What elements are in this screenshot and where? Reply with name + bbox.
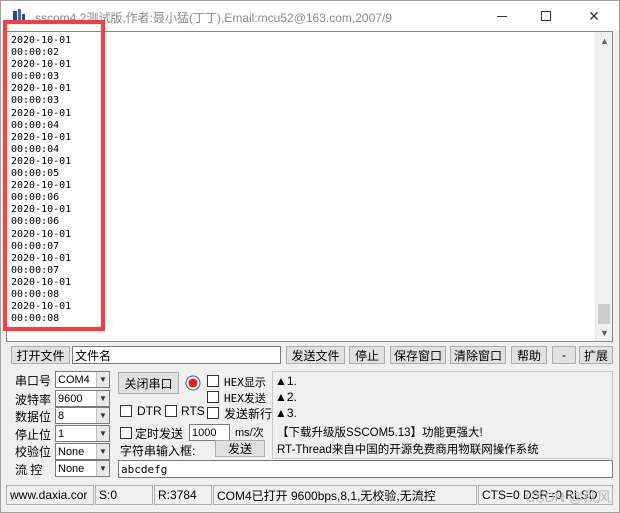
parity-select[interactable]: None ▼ <box>55 443 110 460</box>
char-input-label: 字符串输入框: <box>120 444 196 458</box>
baud-label: 波特率 <box>15 393 52 407</box>
minimize-icon <box>497 15 507 17</box>
baud-value: 9600 <box>58 392 83 405</box>
port-select[interactable]: COM4 ▼ <box>55 371 110 388</box>
promo-link-rtthread[interactable]: RT-Thread来自中国的开源免费商用物联网操作系统 <box>277 441 539 457</box>
chevron-down-icon[interactable]: ▼ <box>96 391 109 406</box>
rts-checkbox[interactable] <box>165 405 177 417</box>
hex-send-checkbox[interactable] <box>207 391 219 403</box>
port-status-indicator-icon <box>185 375 201 391</box>
databits-value: 8 <box>58 409 65 422</box>
scroll-thumb[interactable] <box>598 304 610 324</box>
expand-button[interactable]: 扩展 <box>579 346 613 364</box>
status-website: www.daxia.cor <box>6 485 94 505</box>
hex-display-checkbox[interactable] <box>207 375 219 387</box>
maximize-button[interactable] <box>523 1 569 31</box>
interval-input[interactable]: 1000 <box>189 424 230 441</box>
timed-send-label: 定时发送 <box>135 427 184 441</box>
maximize-icon <box>541 11 551 21</box>
sscom-window: sscom4.2测试版,作者:聂小猛(丁丁),Email:mcu52@163.c… <box>0 0 620 513</box>
chevron-down-icon[interactable]: ▼ <box>96 426 109 441</box>
chevron-down-icon[interactable]: ▼ <box>96 461 109 476</box>
close-port-button[interactable]: 关闭串口 <box>118 372 179 394</box>
open-file-button[interactable]: 打开文件 <box>11 346 70 364</box>
flow-label: 流 控 <box>15 463 43 477</box>
hex-send-label: HEX发送 <box>224 392 266 405</box>
status-sent-count: S:0 <box>95 485 153 505</box>
minus-button[interactable]: - <box>552 346 576 364</box>
send-button[interactable]: 发送 <box>215 440 265 457</box>
baud-select[interactable]: 9600 ▼ <box>55 390 110 407</box>
parity-label: 校验位 <box>15 445 52 459</box>
port-label: 串口号 <box>15 374 52 388</box>
stopbits-label: 停止位 <box>15 428 52 442</box>
file-name-input[interactable]: 文件名 <box>72 346 281 364</box>
scroll-up-icon[interactable]: ▲ <box>596 32 613 49</box>
vertical-scrollbar[interactable]: ▲ ▼ <box>595 32 612 341</box>
port-value: COM4 <box>58 373 90 386</box>
chevron-down-icon[interactable]: ▼ <box>96 444 109 459</box>
parity-value: None <box>58 445 85 458</box>
send-newline-checkbox[interactable] <box>207 407 219 419</box>
send-string-input[interactable]: abcdefg <box>118 460 613 478</box>
timed-send-checkbox[interactable] <box>120 427 132 439</box>
dtr-checkbox[interactable] <box>120 405 132 417</box>
close-icon: ✕ <box>588 7 600 24</box>
flow-select[interactable]: None ▼ <box>55 460 110 477</box>
dtr-label: DTR <box>137 404 162 418</box>
shortcut-1[interactable]: ▲1. <box>275 374 297 388</box>
promo-link-upgrade[interactable]: 【下载升级版SSCOM5.13】功能更强大! <box>277 424 483 440</box>
interval-unit-label: ms/次 <box>235 427 264 439</box>
shortcut-3[interactable]: ▲3. <box>275 406 297 420</box>
watermark: CSDN @秋风 <box>525 489 611 505</box>
chevron-down-icon[interactable]: ▼ <box>96 408 109 423</box>
chevron-down-icon[interactable]: ▼ <box>96 372 109 387</box>
status-port-info: COM4已打开 9600bps,8,1,无校验,无流控 <box>213 485 477 505</box>
status-received-count: R:3784 <box>154 485 212 505</box>
send-newline-label: 发送新行 <box>224 407 273 421</box>
help-button[interactable]: 帮助 <box>511 346 547 364</box>
send-file-button[interactable]: 发送文件 <box>286 346 345 364</box>
hex-display-label: HEX显示 <box>224 376 266 389</box>
minimize-button[interactable] <box>479 1 525 31</box>
databits-select[interactable]: 8 ▼ <box>55 407 110 424</box>
stopbits-select[interactable]: 1 ▼ <box>55 425 110 442</box>
scroll-down-icon[interactable]: ▼ <box>596 324 613 341</box>
stopbits-value: 1 <box>58 427 65 440</box>
shortcut-2[interactable]: ▲2. <box>275 390 297 404</box>
save-window-button[interactable]: 保存窗口 <box>390 346 446 364</box>
highlight-annotation-box <box>3 20 105 331</box>
stop-button[interactable]: 停止 <box>349 346 385 364</box>
clear-window-button[interactable]: 清除窗口 <box>450 346 506 364</box>
rts-label: RTS <box>181 404 205 418</box>
databits-label: 数据位 <box>15 410 52 424</box>
flow-value: None <box>58 462 85 475</box>
close-button[interactable]: ✕ <box>571 1 617 31</box>
